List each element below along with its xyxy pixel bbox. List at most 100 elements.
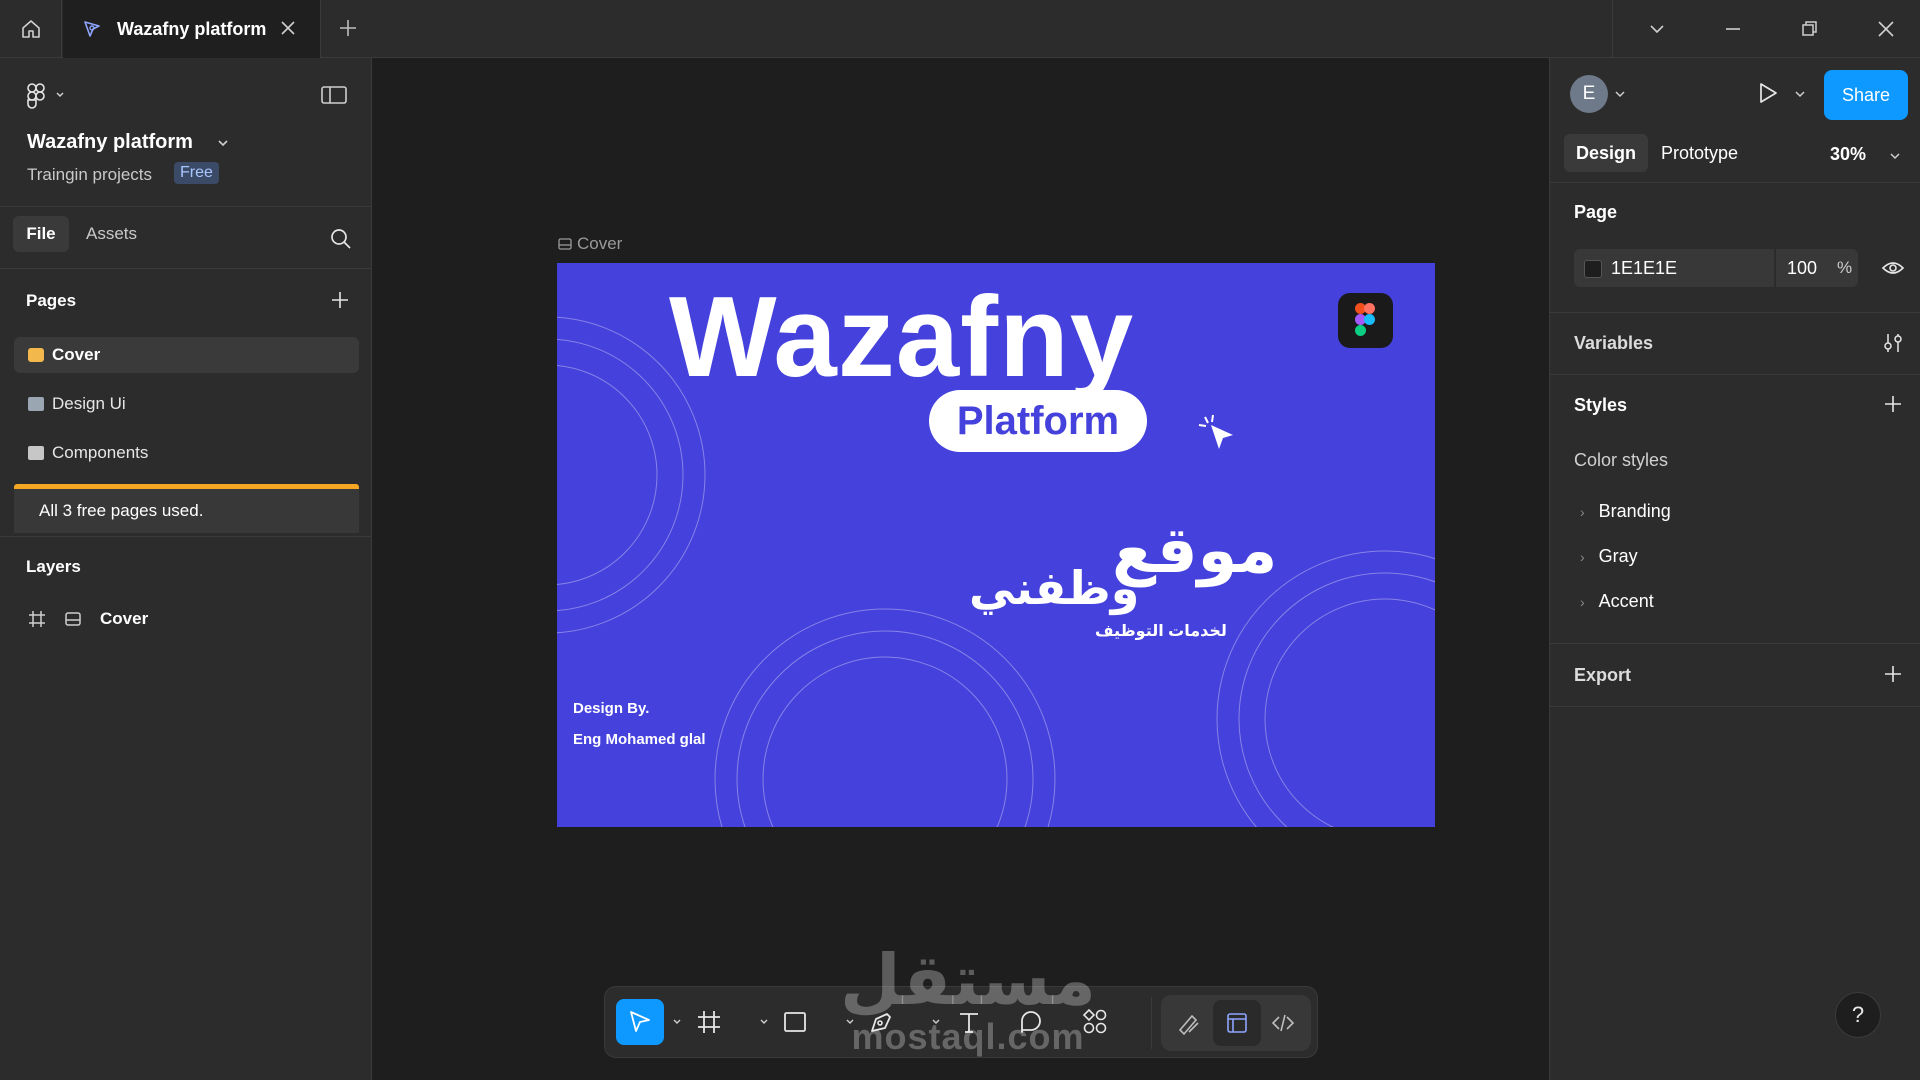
search-icon[interactable] [329,227,353,251]
style-group-gray[interactable]: › Gray [1580,546,1638,567]
new-tab-icon[interactable] [336,16,360,40]
rectangle-icon [784,1012,806,1032]
project-title[interactable]: Wazafny platform [27,131,193,154]
divider [1550,643,1920,644]
tab-design[interactable]: Design [1564,134,1649,172]
restore-icon[interactable] [1798,18,1820,40]
comment-tool[interactable] [1007,999,1055,1045]
chevron-down-icon[interactable] [1889,150,1901,162]
divider [1550,312,1920,313]
chevron-right-icon: › [1580,503,1585,520]
draw-mode[interactable] [1165,1000,1213,1046]
chevron-down-icon[interactable] [672,1017,682,1027]
draw-icon [1178,1014,1199,1036]
variables-title[interactable]: Variables [1574,333,1653,354]
cover-brand-pill: Platform [929,390,1147,452]
cover-arabic-tagline: لخدمات التوظيف [1095,623,1227,640]
styles-title: Styles [1574,395,1628,415]
add-style-icon[interactable] [1882,393,1904,415]
tab-assets[interactable]: Assets [86,224,137,244]
home-icon [20,18,42,40]
divider [0,268,372,269]
zoom-level[interactable]: 30% [1830,144,1866,165]
layer-row-cover[interactable]: Cover [28,609,148,629]
chevron-down-icon[interactable] [1794,88,1806,100]
eye-icon[interactable] [1881,258,1905,278]
chevron-down-icon[interactable] [931,1017,941,1027]
frame-tool[interactable] [685,999,733,1045]
style-group-branding[interactable]: › Branding [1580,501,1671,522]
cover-frame[interactable]: Wazafny Platform موقع وظفني لخدمات التوظ… [557,263,1435,827]
hand-emoji-icon [28,348,44,362]
help-button[interactable]: ? [1835,992,1881,1038]
avatar[interactable]: E [1570,75,1608,113]
frame-label-text: Cover [577,234,623,253]
shape-tool[interactable] [771,999,819,1045]
divider [1550,706,1920,707]
frame-label[interactable]: Cover [558,234,622,254]
layer-label: Cover [100,609,149,628]
right-sidebar: E Share Design Prototype 30% Page 1E1E1E… [1549,58,1920,1080]
chevron-down-icon[interactable] [1614,88,1626,100]
design-icon [1227,1013,1247,1033]
export-title[interactable]: Export [1574,665,1631,686]
frame-icon [28,610,46,628]
pages-title: Pages [26,291,77,310]
plan-badge: Free [174,162,219,184]
file-tab[interactable]: Wazafny platform [63,0,321,58]
chevron-down-icon[interactable] [1646,18,1668,40]
add-page-icon[interactable] [329,289,351,311]
minimize-icon[interactable] [1722,18,1744,40]
figma-logo-icon [27,83,64,109]
credit-line-1: Design By. [573,700,650,717]
text-icon [960,1013,978,1033]
add-export-icon[interactable] [1882,663,1904,685]
chevron-right-icon: › [1580,548,1585,565]
page-color-hex[interactable]: 1E1E1E [1611,258,1677,279]
page-color-field[interactable]: 1E1E1E 100 % [1574,249,1858,287]
pen-tool[interactable] [857,999,905,1045]
team-name[interactable]: Traingin projects [27,165,152,185]
tab-prototype[interactable]: Prototype [1649,134,1750,172]
page-item-components[interactable]: Components [14,435,359,471]
close-tab-icon[interactable] [278,18,298,38]
chevron-down-icon[interactable] [216,136,230,150]
chevron-down-icon[interactable] [759,1017,769,1027]
page-item-design-ui[interactable]: Design Ui [14,386,359,422]
code-icon [1271,1014,1295,1032]
close-window-icon[interactable] [1875,18,1897,40]
divider [1550,374,1920,375]
page-item-cover[interactable]: Cover [14,337,359,373]
home-button[interactable] [0,0,62,58]
page-opacity[interactable]: 100 [1787,258,1817,279]
mode-switcher [1161,995,1311,1051]
frame-layout-icon [558,237,572,251]
title-bar: Wazafny platform [0,0,1920,58]
pen-icon [871,1013,891,1032]
comment-icon [1021,1011,1041,1033]
chevron-right-icon: › [1580,593,1585,610]
cover-arabic-subtitle: وظفني [969,562,1140,614]
cursor-click-icon [1197,413,1237,453]
layers-title: Layers [26,557,81,576]
tab-file[interactable]: File [13,216,69,252]
main-menu-button[interactable] [26,82,66,110]
color-styles-title: Color styles [1574,450,1669,470]
color-swatch[interactable] [1584,260,1602,278]
variables-settings-icon[interactable] [1881,331,1905,355]
present-icon[interactable] [1755,80,1781,106]
share-button[interactable]: Share [1824,70,1908,120]
cart-emoji-icon [28,446,44,460]
chevron-down-icon[interactable] [845,1017,855,1027]
text-tool[interactable] [945,999,993,1045]
divider [1550,182,1920,183]
move-tool[interactable] [616,999,664,1045]
style-group-accent[interactable]: › Accent [1580,591,1654,612]
cursor-icon [630,1011,650,1032]
sidebar-toggle-icon[interactable] [320,84,348,106]
dev-mode[interactable] [1259,1000,1307,1046]
page-label: Cover [52,345,101,364]
actions-tool[interactable] [1071,999,1119,1045]
percent-sign: % [1837,258,1853,277]
design-mode[interactable] [1213,1000,1261,1046]
